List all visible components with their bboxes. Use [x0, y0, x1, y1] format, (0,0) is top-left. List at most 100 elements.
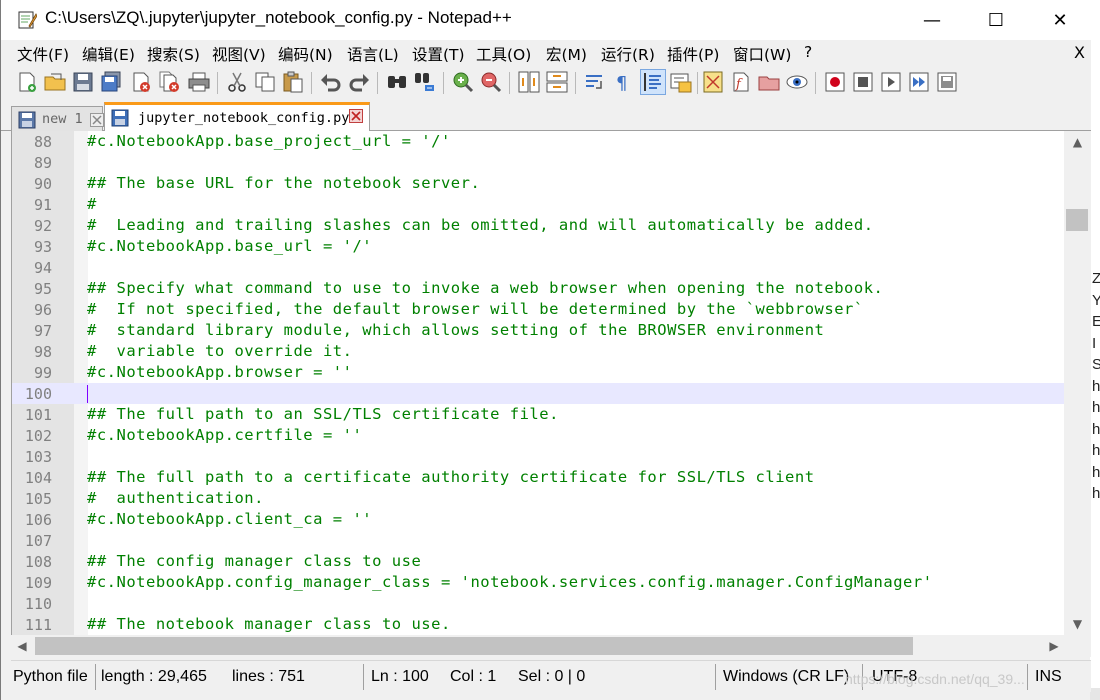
run-macro-multiple-icon[interactable]	[907, 70, 931, 94]
code-line[interactable]: 101 ## The full path to an SSL/TLS certif…	[12, 404, 1064, 425]
code-line[interactable]: 106 #c.NotebookApp.client_ca = ''	[12, 509, 1064, 530]
menu-macro[interactable]: 宏(M)	[546, 43, 587, 65]
watermark: https://blog.csdn.net/qq_39...	[845, 671, 1025, 687]
title-bar[interactable]: C:\Users\ZQ\.jupyter\jupyter_notebook_co…	[1, 0, 1091, 40]
scroll-down-button[interactable]: ▼	[1064, 613, 1091, 635]
save-macro-icon[interactable]	[935, 70, 959, 94]
tab-close-icon[interactable]	[90, 113, 104, 127]
code-line[interactable]: 88 #c.NotebookApp.base_project_url = '/'	[12, 131, 1064, 152]
line-number: 92	[33, 217, 52, 235]
redo-icon[interactable]	[347, 70, 371, 94]
indent-guide-icon[interactable]	[640, 69, 666, 95]
sync-vertical-icon[interactable]	[517, 70, 541, 94]
save-all-icon[interactable]	[99, 70, 123, 94]
horizontal-scrollbar[interactable]: ◀ ▶	[11, 635, 1091, 657]
document-map-icon[interactable]	[701, 70, 725, 94]
maximize-button[interactable]: ☐	[973, 0, 1019, 40]
save-icon[interactable]	[71, 70, 95, 94]
replace-icon[interactable]	[413, 70, 437, 94]
code-line[interactable]: 94	[12, 257, 1064, 278]
word-wrap-icon[interactable]	[583, 70, 607, 94]
menu-run[interactable]: 运行(R)	[601, 43, 655, 65]
minimize-button[interactable]: —	[909, 0, 955, 40]
code-line[interactable]: 98 # variable to override it.	[12, 341, 1064, 362]
menu-search[interactable]: 搜索(S)	[147, 43, 200, 65]
record-macro-icon[interactable]	[823, 70, 847, 94]
zoom-in-icon[interactable]	[451, 70, 475, 94]
code-line[interactable]: 97 # standard library module, which allow…	[12, 320, 1064, 341]
tab-jupyter-notebook-config[interactable]: jupyter_notebook_config.py	[104, 102, 370, 132]
status-eol[interactable]: Windows (CR LF)	[723, 668, 849, 686]
print-icon[interactable]	[187, 70, 211, 94]
monitoring-icon[interactable]	[785, 70, 809, 94]
zoom-out-icon[interactable]	[479, 70, 503, 94]
menu-tools[interactable]: 工具(O)	[476, 43, 531, 65]
line-number: 110	[24, 595, 52, 613]
maximize-icon: ☐	[987, 9, 1005, 31]
line-number: 104	[24, 469, 52, 487]
code-line[interactable]: 110	[12, 593, 1064, 614]
menu-settings[interactable]: 设置(T)	[412, 43, 465, 65]
vertical-scrollbar[interactable]: ▲ ▼	[1064, 131, 1091, 635]
menu-help[interactable]: ?	[804, 43, 812, 61]
code-line[interactable]: 90 ## The base URL for the notebook serve…	[12, 173, 1064, 194]
code-line[interactable]: 111 ## The notebook manager class to use.	[12, 614, 1064, 635]
code-line[interactable]: 91 #	[12, 194, 1064, 215]
sync-horizontal-icon[interactable]	[545, 70, 569, 94]
code-line[interactable]: 100	[12, 383, 1064, 404]
horizontal-scroll-thumb[interactable]	[35, 637, 913, 655]
scroll-right-button[interactable]: ▶	[1043, 635, 1065, 657]
code-line[interactable]: 109 #c.NotebookApp.config_manager_class =…	[12, 572, 1064, 593]
code-line[interactable]: 103	[12, 446, 1064, 467]
undo-icon[interactable]	[319, 70, 343, 94]
copy-icon[interactable]	[253, 70, 277, 94]
code-editor[interactable]: 88 #c.NotebookApp.base_project_url = '/' 8…	[11, 131, 1091, 635]
tab-close-icon[interactable]	[349, 109, 363, 123]
line-number: 95	[33, 280, 52, 298]
folder-workspace-icon[interactable]	[757, 70, 781, 94]
new-file-icon[interactable]	[15, 70, 39, 94]
open-file-icon[interactable]	[43, 70, 67, 94]
show-all-chars-icon[interactable]: ¶	[611, 70, 635, 94]
code-line[interactable]: 105 # authentication.	[12, 488, 1064, 509]
close-all-icon[interactable]	[157, 70, 181, 94]
code-line[interactable]: 107	[12, 530, 1064, 551]
code-line[interactable]: 92 # Leading and trailing slashes can be …	[12, 215, 1064, 236]
tab-new-1[interactable]: new 1	[11, 106, 104, 131]
code-line[interactable]: 99 #c.NotebookApp.browser = ''	[12, 362, 1064, 383]
language-udl-icon[interactable]	[669, 70, 693, 94]
code-text: #	[87, 195, 97, 213]
code-line[interactable]: 108 ## The config manager class to use	[12, 551, 1064, 572]
vertical-scroll-thumb[interactable]	[1066, 209, 1088, 231]
cut-icon[interactable]	[225, 70, 249, 94]
paste-icon[interactable]	[281, 70, 305, 94]
menu-encoding[interactable]: 编码(N)	[278, 43, 333, 65]
close-icon[interactable]	[129, 70, 153, 94]
line-number: 111	[24, 616, 52, 634]
menu-edit[interactable]: 编辑(E)	[82, 43, 135, 65]
code-line[interactable]: 93 #c.NotebookApp.base_url = '/'	[12, 236, 1064, 257]
menu-plugins[interactable]: 插件(P)	[667, 43, 719, 65]
code-line[interactable]: 102 #c.NotebookApp.certfile = ''	[12, 425, 1064, 446]
close-document-button[interactable]: X	[1074, 43, 1085, 62]
function-list-icon[interactable]: f	[729, 70, 753, 94]
find-icon[interactable]	[385, 70, 409, 94]
close-window-button[interactable]: ✕	[1037, 0, 1083, 40]
status-insert-mode[interactable]: INS	[1035, 668, 1062, 686]
code-text: #c.NotebookApp.browser = ''	[87, 363, 353, 381]
status-divider	[1027, 664, 1028, 690]
menu-file[interactable]: 文件(F)	[17, 43, 69, 65]
scroll-up-button[interactable]: ▲	[1064, 131, 1091, 153]
stop-macro-icon[interactable]	[851, 70, 875, 94]
scroll-left-button[interactable]: ◀	[11, 635, 33, 657]
menu-window[interactable]: 窗口(W)	[733, 43, 791, 65]
code-line[interactable]: 104 ## The full path to a certificate aut…	[12, 467, 1064, 488]
code-line[interactable]: 96 # If not specified, the default browse…	[12, 299, 1064, 320]
menu-language[interactable]: 语言(L)	[347, 43, 399, 65]
code-text: #c.NotebookApp.config_manager_class = 'n…	[87, 573, 933, 591]
code-line[interactable]: 95 ## Specify what command to use to invo…	[12, 278, 1064, 299]
menu-view[interactable]: 视图(V)	[212, 43, 266, 65]
code-line[interactable]: 89	[12, 152, 1064, 173]
line-number: 93	[33, 238, 52, 256]
play-macro-icon[interactable]	[879, 70, 903, 94]
